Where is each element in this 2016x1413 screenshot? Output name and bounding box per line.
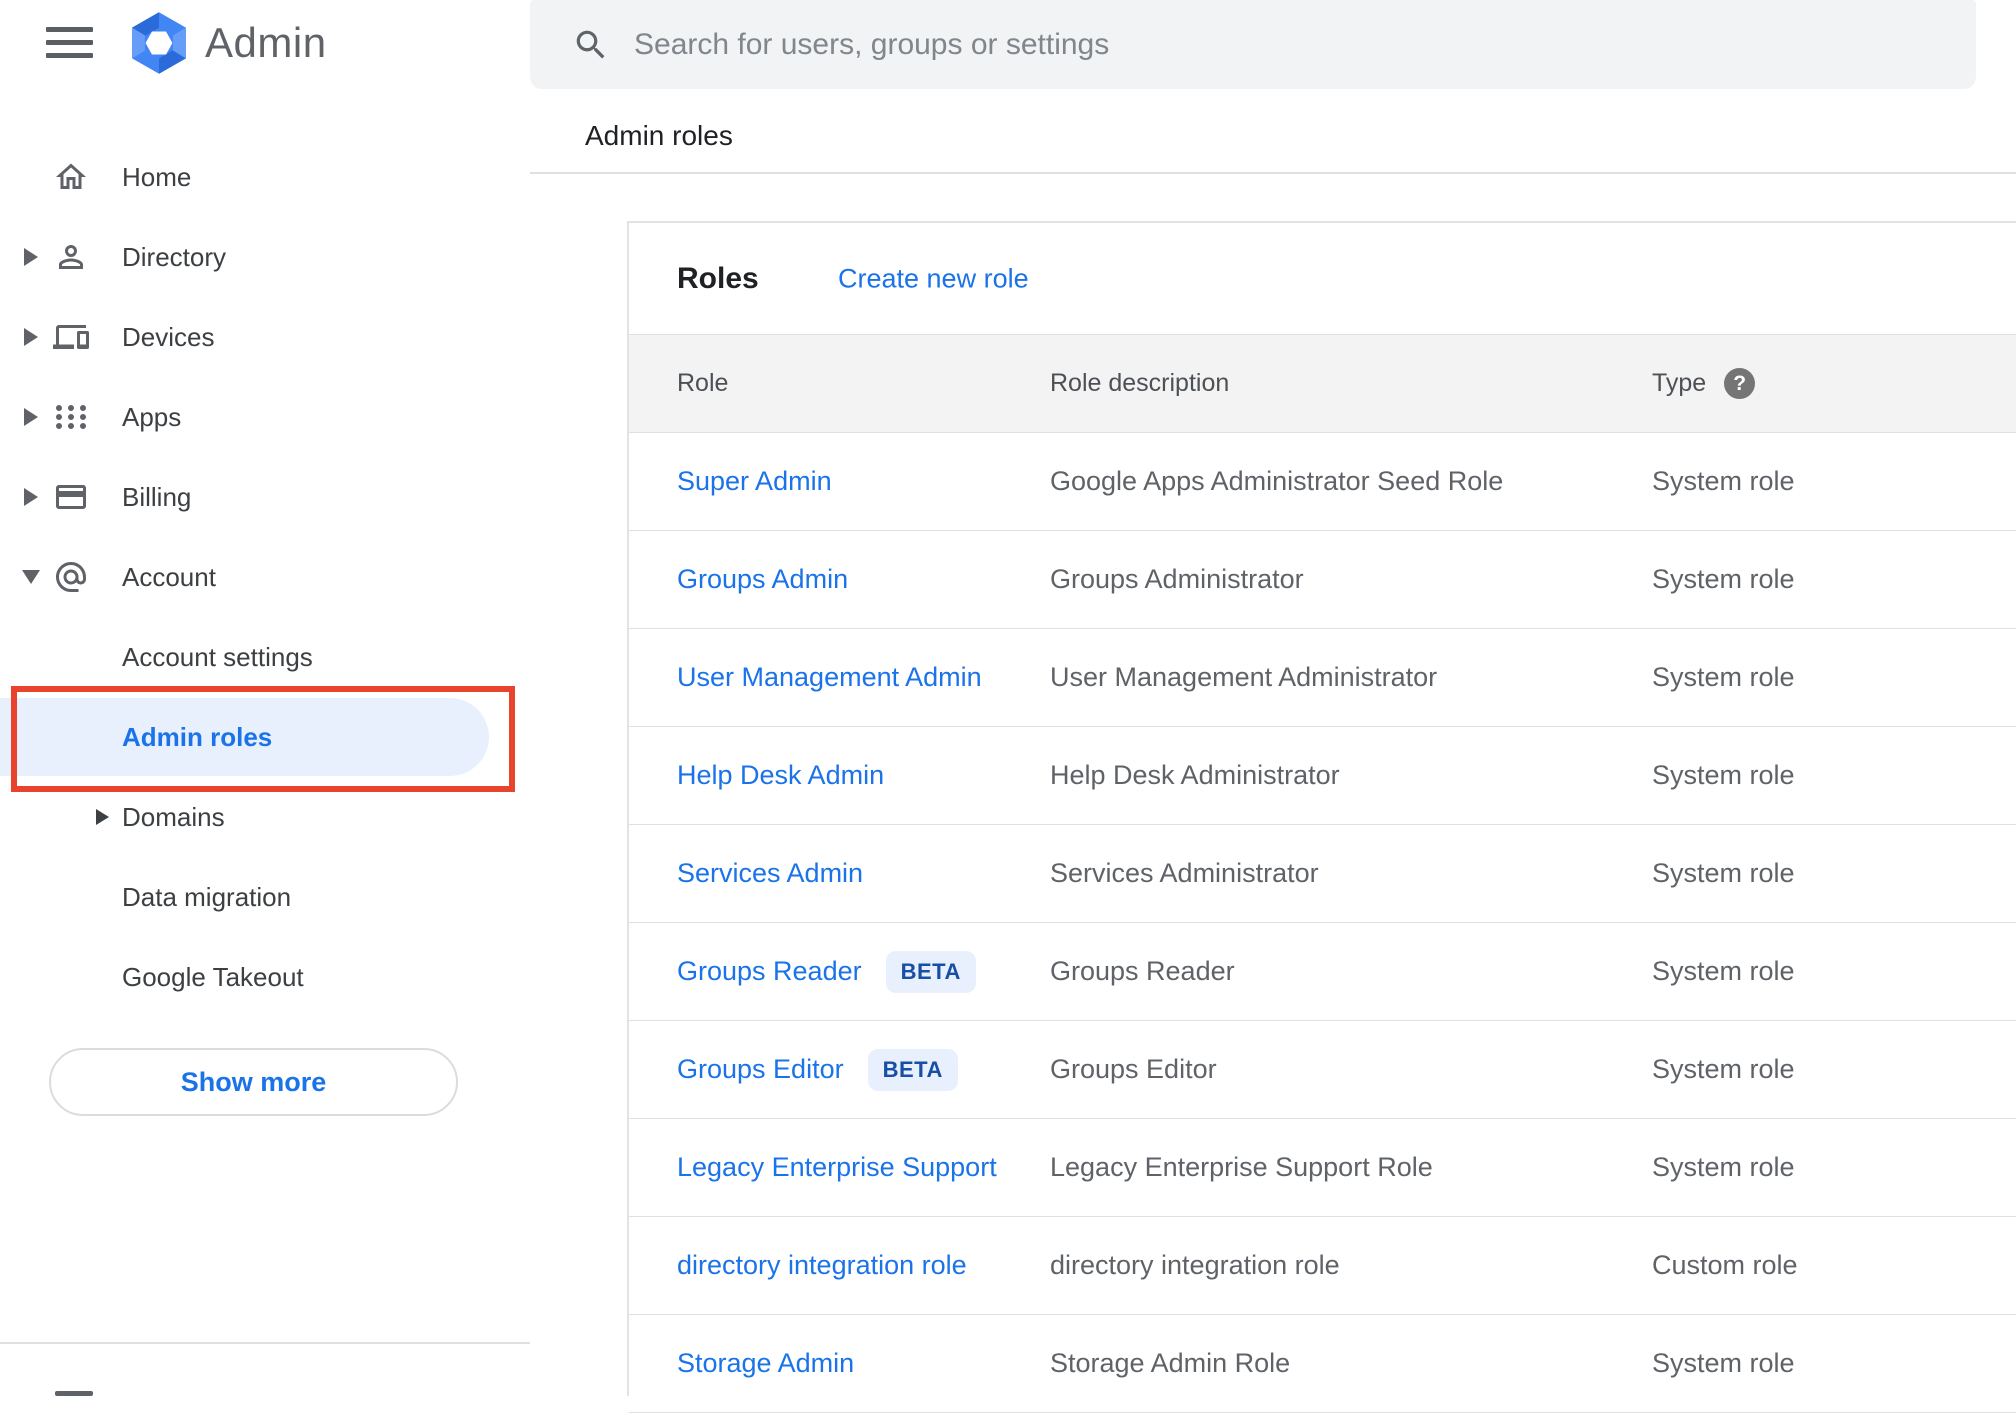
role-type: System role <box>1652 564 1795 594</box>
sidebar-item-account-settings[interactable]: Account settings <box>0 617 530 697</box>
create-new-role-link[interactable]: Create new role <box>838 263 1029 294</box>
table-row: Groups Reader BETA Groups Reader System … <box>629 923 2016 1021</box>
breadcrumb: Admin roles <box>585 120 733 151</box>
role-type: System role <box>1652 858 1795 888</box>
role-link[interactable]: Services Admin <box>677 858 863 889</box>
table-row: directory integration role directory int… <box>629 1217 2016 1315</box>
table-header-row: Role Role description Type ? <box>629 334 2016 433</box>
role-description: Services Administrator <box>1050 858 1319 888</box>
home-icon <box>46 159 96 195</box>
role-description: Storage Admin Role <box>1050 1348 1291 1378</box>
admin-logo: Admin <box>127 11 327 75</box>
sidebar-item-apps[interactable]: Apps <box>0 377 530 457</box>
role-type: System role <box>1652 466 1795 496</box>
role-type: System role <box>1652 760 1795 790</box>
search-input[interactable]: Search for users, groups or settings <box>530 0 1976 89</box>
beta-badge: BETA <box>885 950 976 993</box>
role-link[interactable]: Help Desk Admin <box>677 760 884 791</box>
role-link[interactable]: Storage Admin <box>677 1348 854 1379</box>
table-row: User Management Admin User Management Ad… <box>629 629 2016 727</box>
show-more-button[interactable]: Show more <box>49 1048 458 1116</box>
sidebar-item-directory[interactable]: Directory <box>0 217 530 297</box>
expand-arrow-icon[interactable] <box>96 809 109 825</box>
role-link[interactable]: Groups Reader <box>677 956 862 987</box>
role-link[interactable]: Groups Admin <box>677 564 848 595</box>
role-type: System role <box>1652 1348 1795 1378</box>
role-link[interactable]: Groups Editor <box>677 1054 844 1085</box>
role-link[interactable]: Super Admin <box>677 466 832 497</box>
sidebar-item-data-migration[interactable]: Data migration <box>0 857 530 937</box>
table-row: Super Admin Google Apps Administrator Se… <box>629 433 2016 531</box>
role-description: Help Desk Administrator <box>1050 760 1340 790</box>
sidebar-item-admin-roles[interactable]: Admin roles <box>0 698 489 776</box>
devices-icon <box>46 319 96 355</box>
role-type: System role <box>1652 1054 1795 1084</box>
role-description: directory integration role <box>1050 1250 1340 1280</box>
sidebar: Home Directory Devices Apps Billing Acco… <box>0 137 530 1017</box>
expand-arrow-icon[interactable] <box>16 248 46 266</box>
role-description: Google Apps Administrator Seed Role <box>1050 466 1504 496</box>
role-type: System role <box>1652 956 1795 986</box>
expand-arrow-icon[interactable] <box>16 488 46 506</box>
menu-icon[interactable] <box>46 27 93 59</box>
role-type: Custom role <box>1652 1250 1798 1280</box>
column-header-type: Type ? <box>1652 368 2016 399</box>
sidebar-item-google-takeout[interactable]: Google Takeout <box>0 937 530 1017</box>
roles-table-body: Super Admin Google Apps Administrator Se… <box>629 433 2016 1413</box>
person-icon <box>46 239 96 275</box>
role-type: System role <box>1652 662 1795 692</box>
roles-card-header: Roles Create new role <box>629 223 2016 334</box>
apps-grid-icon <box>46 399 96 435</box>
role-type: System role <box>1652 1152 1795 1182</box>
page-title: Roles <box>677 261 759 295</box>
app-title: Admin <box>205 19 327 66</box>
role-link[interactable]: Legacy Enterprise Support <box>677 1152 997 1183</box>
role-link[interactable]: directory integration role <box>677 1250 967 1281</box>
role-description: Groups Reader <box>1050 956 1235 986</box>
at-sign-icon <box>46 559 96 595</box>
table-row: Help Desk Admin Help Desk Administrator … <box>629 727 2016 825</box>
table-row: Groups Editor BETA Groups Editor System … <box>629 1021 2016 1119</box>
table-row: Legacy Enterprise Support Legacy Enterpr… <box>629 1119 2016 1217</box>
column-header-role-description: Role description <box>1050 369 1230 397</box>
table-row: Services Admin Services Administrator Sy… <box>629 825 2016 923</box>
roles-card: Roles Create new role Role Role descript… <box>627 221 2016 1413</box>
admin-logo-icon <box>132 12 186 74</box>
table-row: Groups Admin Groups Administrator System… <box>629 531 2016 629</box>
role-link[interactable]: User Management Admin <box>677 662 982 693</box>
help-icon[interactable]: ? <box>1724 368 1756 399</box>
collapse-arrow-icon[interactable] <box>16 570 46 584</box>
cutoff-bottom-icon <box>55 1391 93 1396</box>
beta-badge: BETA <box>867 1048 958 1091</box>
credit-card-icon <box>46 479 96 515</box>
role-description: Groups Administrator <box>1050 564 1304 594</box>
role-description: Legacy Enterprise Support Role <box>1050 1152 1433 1182</box>
column-header-role: Role <box>677 369 729 397</box>
sidebar-item-home[interactable]: Home <box>0 137 530 217</box>
search-placeholder: Search for users, groups or settings <box>634 27 1110 61</box>
header-divider <box>530 172 2016 174</box>
role-description: User Management Administrator <box>1050 662 1438 692</box>
expand-arrow-icon[interactable] <box>16 408 46 426</box>
sidebar-item-devices[interactable]: Devices <box>0 297 530 377</box>
table-row: Storage Admin Storage Admin Role System … <box>629 1315 2016 1413</box>
sidebar-item-account[interactable]: Account <box>0 537 530 617</box>
sidebar-divider <box>0 1342 530 1344</box>
role-description: Groups Editor <box>1050 1054 1217 1084</box>
sidebar-item-billing[interactable]: Billing <box>0 457 530 537</box>
expand-arrow-icon[interactable] <box>16 328 46 346</box>
search-icon <box>576 30 605 58</box>
sidebar-item-domains[interactable]: Domains <box>0 777 530 857</box>
